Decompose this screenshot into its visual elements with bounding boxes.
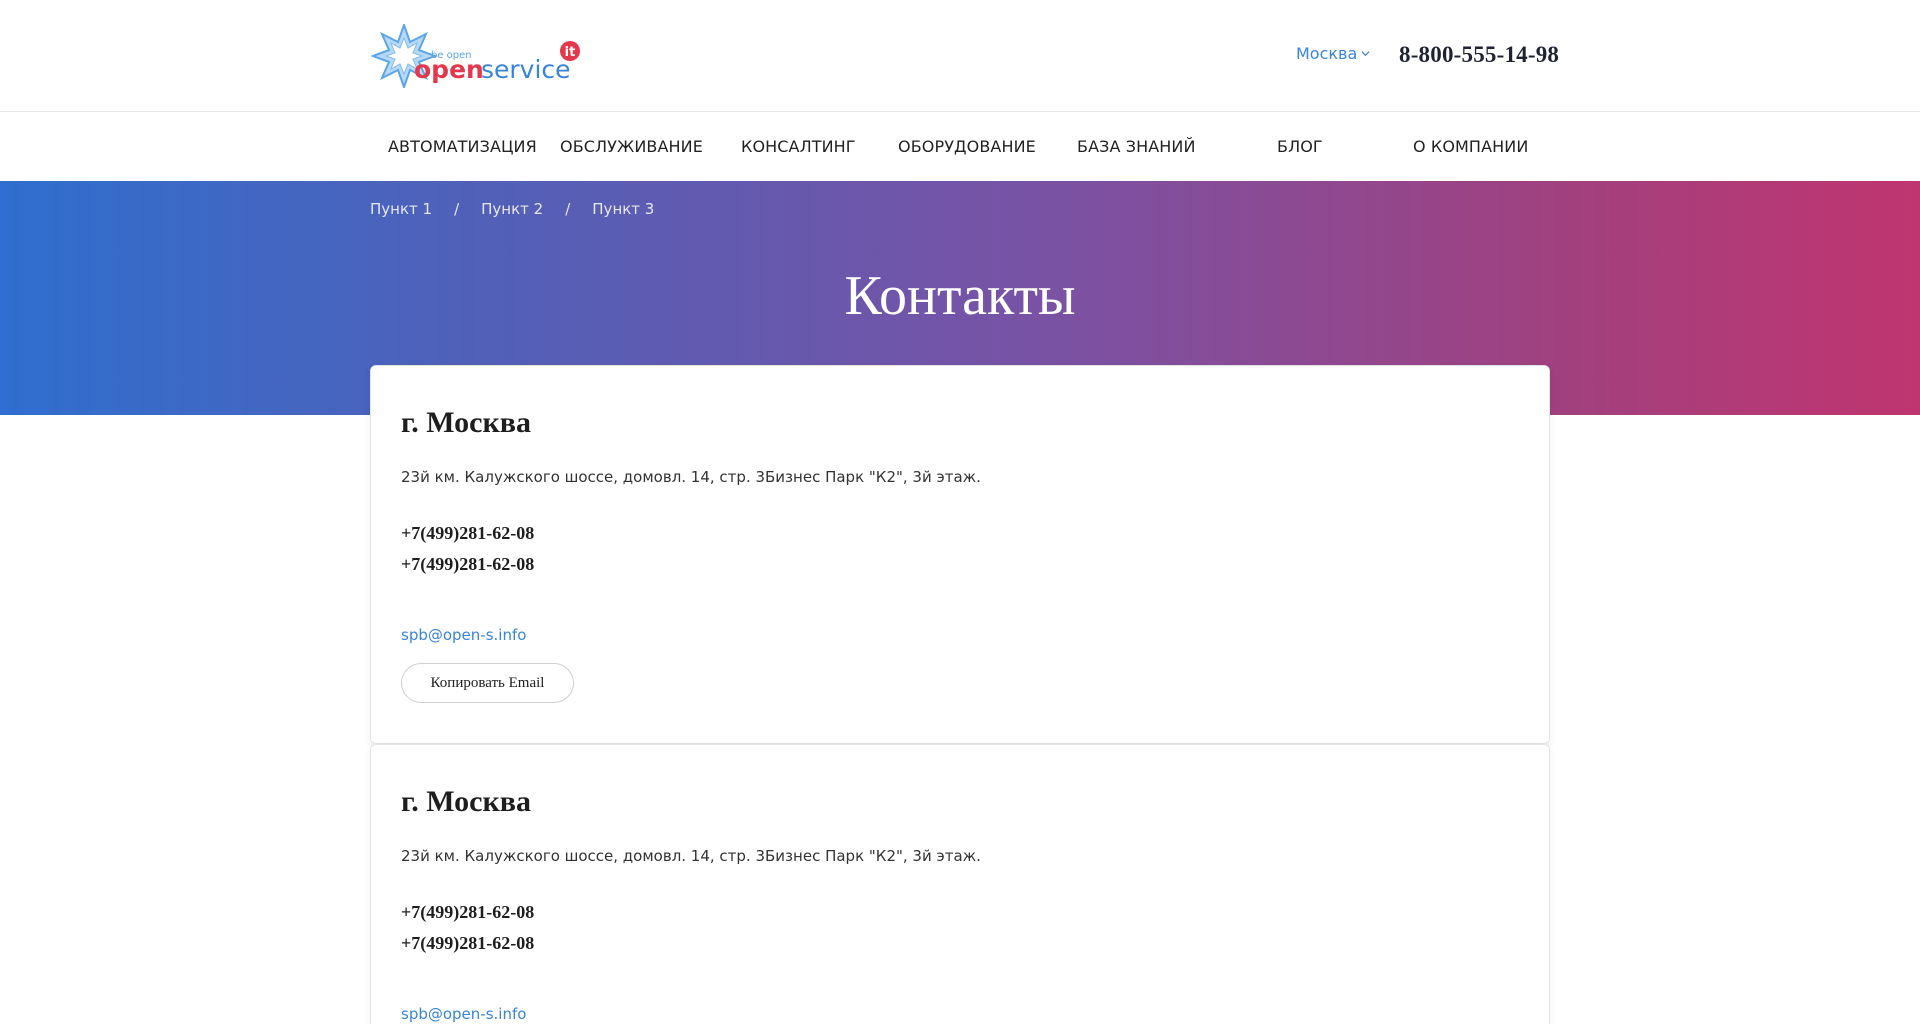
page-title: Контакты bbox=[844, 265, 1076, 327]
main-nav: АВТОМАТИЗАЦИЯ ОБСЛУЖИВАНИЕ КОНСАЛТИНГ ОБ… bbox=[0, 113, 1920, 181]
contact-phone[interactable]: +7(499)281-62-08 bbox=[401, 902, 534, 923]
header-phone[interactable]: 8-800-555-14-98 bbox=[1399, 42, 1559, 68]
nav-item-about[interactable]: О КОМПАНИИ bbox=[1413, 137, 1528, 156]
contact-city-title: г. Москва bbox=[401, 785, 531, 818]
chevron-down-icon bbox=[1361, 51, 1370, 57]
breadcrumb-separator: / bbox=[565, 200, 571, 218]
nav-item-blog[interactable]: БЛОГ bbox=[1277, 137, 1323, 156]
breadcrumb: Пункт 1 / Пункт 2 / Пункт 3 bbox=[370, 200, 654, 218]
breadcrumb-separator: / bbox=[454, 200, 460, 218]
contact-phone[interactable]: +7(499)281-62-08 bbox=[401, 554, 534, 575]
contact-address: 23й км. Калужского шоссе, домовл. 14, ст… bbox=[401, 468, 981, 486]
site-header: be open open service it Москва 8-800-555… bbox=[0, 0, 1920, 112]
contact-phone[interactable]: +7(499)281-62-08 bbox=[401, 933, 534, 954]
contact-card: г. Москва 23й км. Калужского шоссе, домо… bbox=[370, 365, 1550, 744]
breadcrumb-item[interactable]: Пункт 3 bbox=[592, 200, 654, 218]
contact-city-title: г. Москва bbox=[401, 406, 531, 439]
nav-item-consulting[interactable]: КОНСАЛТИНГ bbox=[741, 137, 856, 156]
copy-email-button[interactable]: Копировать Email bbox=[401, 663, 574, 703]
breadcrumb-item[interactable]: Пункт 2 bbox=[481, 200, 543, 218]
breadcrumb-item[interactable]: Пункт 1 bbox=[370, 200, 432, 218]
svg-text:service: service bbox=[481, 55, 571, 84]
contact-email-link[interactable]: spb@open-s.info bbox=[401, 626, 526, 644]
logo-mark: be open open service it bbox=[370, 24, 580, 88]
contact-email-link[interactable]: spb@open-s.info bbox=[401, 1005, 526, 1023]
nav-item-knowledge-base[interactable]: БАЗА ЗНАНИЙ bbox=[1077, 137, 1196, 156]
contact-address: 23й км. Калужского шоссе, домовл. 14, ст… bbox=[401, 847, 981, 865]
logo[interactable]: be open open service it bbox=[370, 24, 586, 88]
city-label: Москва bbox=[1296, 44, 1358, 63]
contact-phone[interactable]: +7(499)281-62-08 bbox=[401, 523, 534, 544]
nav-item-equipment[interactable]: ОБОРУДОВАНИЕ bbox=[898, 137, 1036, 156]
svg-text:it: it bbox=[565, 45, 576, 60]
contact-card: г. Москва 23й км. Калужского шоссе, домо… bbox=[370, 744, 1550, 1024]
svg-text:open: open bbox=[414, 55, 484, 84]
nav-item-automation[interactable]: АВТОМАТИЗАЦИЯ bbox=[388, 137, 537, 156]
nav-item-service[interactable]: ОБСЛУЖИВАНИЕ bbox=[560, 137, 703, 156]
city-selector[interactable]: Москва bbox=[1296, 44, 1370, 63]
